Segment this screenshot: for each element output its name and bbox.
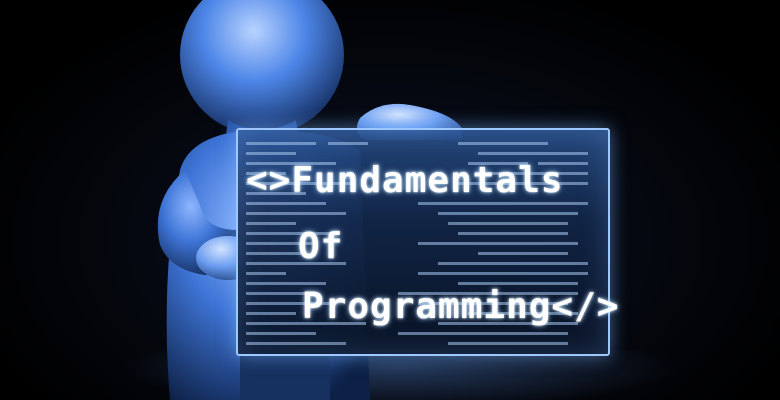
title-line-1: <>Fundamentals: [246, 160, 563, 201]
close-tag: </>: [551, 286, 620, 327]
figure-head: [180, 0, 344, 135]
scene: <>Fundamentals Of Programming</>: [0, 0, 780, 400]
title-line-3: Programming</>: [302, 286, 619, 327]
title-word-of: Of: [298, 226, 344, 267]
title-word-programming: Programming: [302, 286, 552, 327]
title-word-fundamentals: Fundamentals: [291, 160, 564, 201]
open-tag: <>: [246, 160, 292, 201]
title-line-2: Of: [298, 226, 343, 267]
